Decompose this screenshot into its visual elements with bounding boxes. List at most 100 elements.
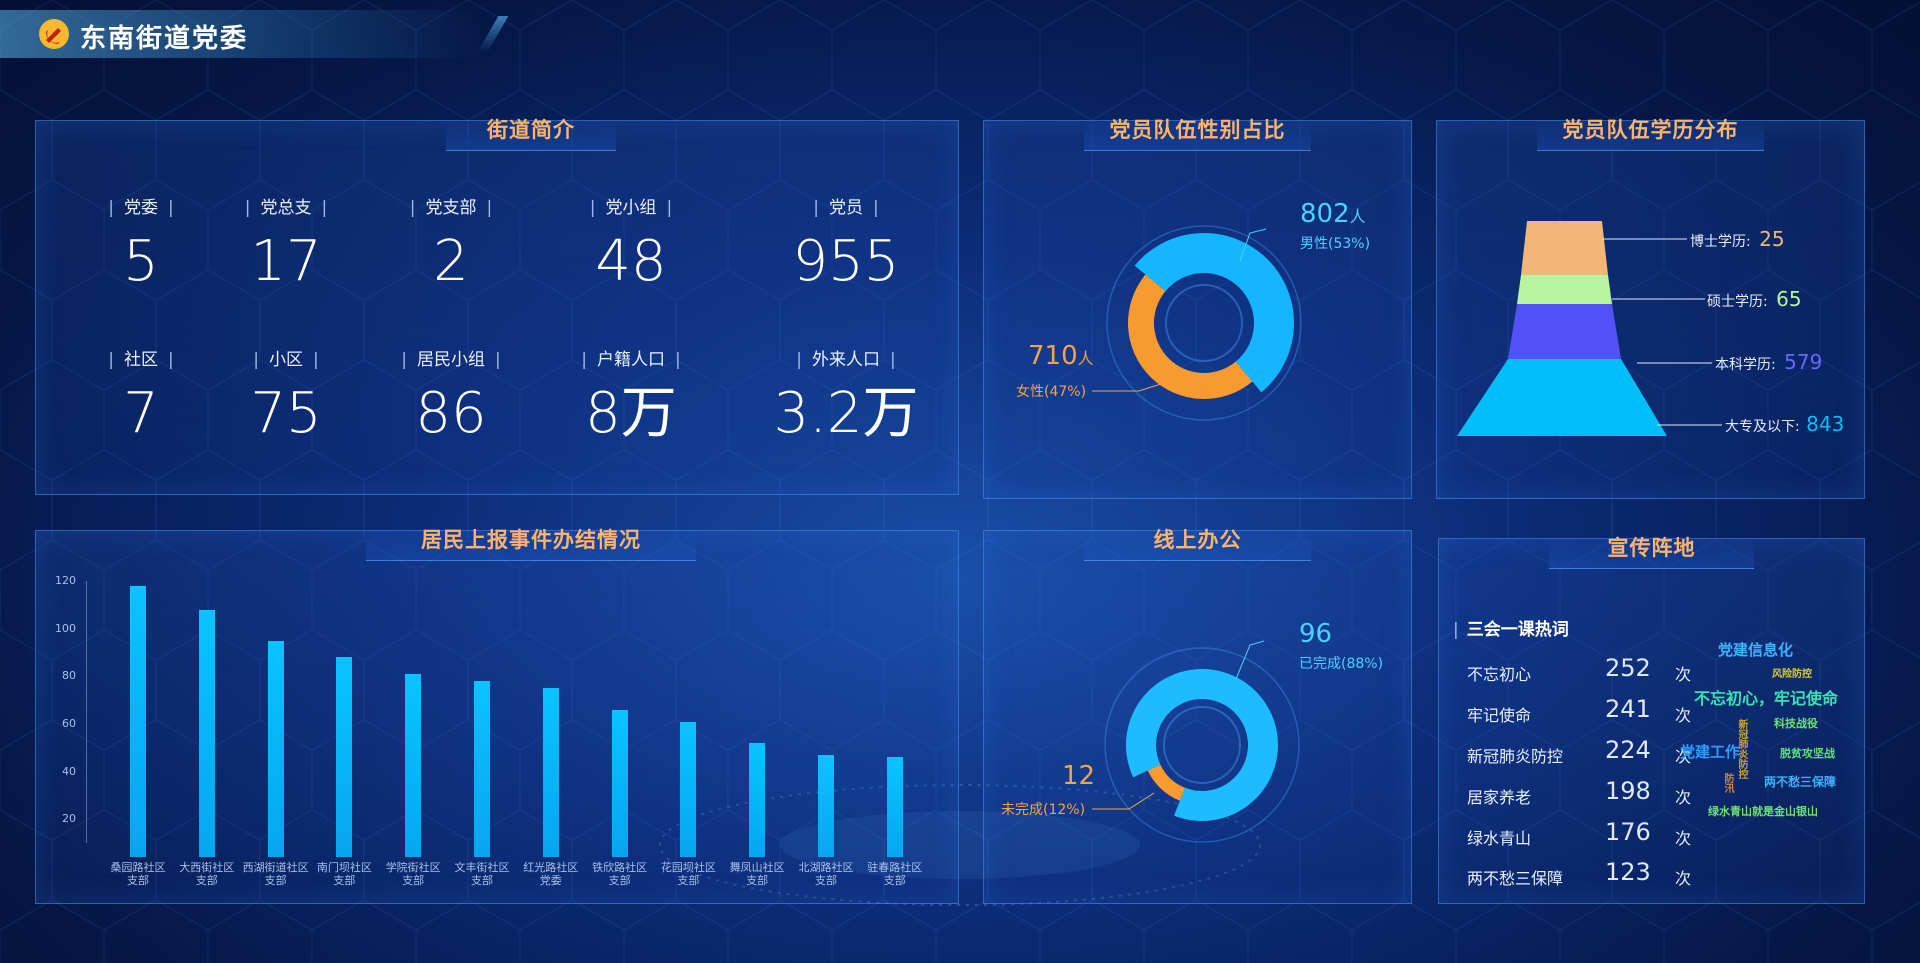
funnel-level-phd [1521, 221, 1608, 275]
stat-group: 党小组 48 [561, 193, 701, 292]
event-bar [749, 742, 766, 857]
stat-registered-pop: 户籍人口 8万 [561, 345, 701, 444]
stat-label: 党支部 [381, 193, 521, 218]
x-tick-label: 文丰街社区 支部 [454, 861, 510, 887]
intro-title: 街道简介 [487, 118, 575, 142]
gender-panel: 党员队伍性别占比 802人 男性(53%) 710人 女性(47%) [983, 118, 1412, 499]
funnel-level-bachelor [1508, 304, 1621, 359]
hotword-name: 居家养老 [1467, 788, 1532, 807]
stat-label: 小区 [216, 345, 356, 370]
stat-party-committee: 党委 5 [81, 193, 201, 292]
done-slice [1126, 669, 1278, 821]
hotword-row: 不忘初心 252 次 [1467, 651, 1697, 691]
x-tick-label: 北湖路社区 支部 [798, 861, 854, 887]
hotword-count: 224 [1605, 736, 1651, 764]
y-tick-label: 80 [62, 669, 76, 683]
x-tick-label: 驻春路社区 支部 [867, 861, 923, 887]
y-tick-label: 60 [62, 716, 76, 730]
edu-bachelor-label: 本科学历: 579 [1715, 350, 1822, 374]
cloud-word: 绿水青山就是金山银山 [1708, 805, 1818, 818]
x-tick-label: 西湖街道社区 支部 [242, 861, 309, 887]
gender-donut-chart [1092, 225, 1302, 421]
hotword-count: 252 [1605, 654, 1651, 682]
edu-phd-label: 博士学历: 25 [1690, 227, 1785, 251]
y-tick-label: 20 [62, 812, 76, 826]
stat-value: 86 [415, 381, 487, 446]
hotword-row: 居家养老 198 次 [1467, 774, 1697, 814]
female-slice [1128, 274, 1253, 400]
done-value: 96 [1299, 619, 1333, 649]
funnel-level-master [1517, 275, 1612, 304]
event-bar [474, 681, 490, 857]
event-bar [542, 688, 559, 857]
x-tick-label: 舞凤山社区 支部 [729, 861, 785, 887]
female-unit: 人 [1077, 349, 1094, 368]
cloud-word: 科技战役 [1774, 717, 1818, 730]
hotword-name: 不忘初心 [1467, 665, 1532, 684]
stat-label: 党委 [81, 193, 201, 218]
cloud-word: 党建信息化 [1718, 641, 1794, 659]
office-donut-chart [1092, 640, 1300, 843]
x-tick-label: 学院街社区 支部 [385, 861, 441, 887]
cloud-word: 脱贫攻坚战 [1780, 747, 1835, 760]
stat-general-branch: 党总支 17 [216, 193, 356, 292]
undone-value: 12 [1062, 761, 1096, 791]
y-tick-label: 120 [55, 574, 76, 587]
female-percent-label: 女性(47%) [1016, 384, 1087, 400]
cloud-word: 新冠肺炎防控 [1736, 719, 1747, 779]
stat-residential: 小区 75 [216, 345, 356, 444]
cloud-word: 风险防控 [1772, 669, 1812, 680]
stat-branch: 党支部 2 [381, 193, 521, 292]
cloud-word: 防汛 [1722, 773, 1733, 793]
cloud-word: 不忘初心，牢记使命 [1694, 689, 1839, 708]
edu-level-value: 843 [1806, 412, 1845, 436]
stat-label: 外来人口 [771, 345, 921, 370]
event-bar [818, 754, 834, 857]
stat-resident-groups: 居民小组 86 [381, 345, 521, 444]
stat-members: 党员 955 [771, 193, 921, 292]
event-bar [611, 709, 628, 857]
edu-level-name: 博士学历: [1690, 234, 1751, 250]
event-bar [198, 609, 215, 857]
hotword-name: 两不愁三保障 [1467, 869, 1564, 888]
hotword-name: 绿水青山 [1467, 829, 1532, 848]
header-bar: 东南街道党委 [0, 10, 509, 58]
edu-level-value: 25 [1759, 227, 1785, 251]
hotword-count: 241 [1605, 695, 1651, 723]
male-percent-label: 男性(53%) [1300, 236, 1371, 252]
publicity-panel: 宣传阵地 | 三会一课热词 不忘初心 252 次 牢记使命 241 次 新冠肺炎防… [1438, 536, 1865, 904]
stat-label: 社区 [81, 345, 201, 370]
female-value: 710 [1028, 341, 1078, 371]
stat-value: 3.2万 [773, 381, 919, 446]
education-panel: 党员队伍学历分布 博士学历: 25 硕士学历: 65 本科学历: 579 大专及… [1436, 118, 1865, 499]
stat-value: 75 [250, 381, 322, 446]
publicity-title: 宣传阵地 [1607, 536, 1696, 560]
x-tick-label: 铁欣路社区 支部 [592, 861, 648, 887]
hotword-name: 牢记使命 [1467, 706, 1532, 725]
publicity-title-tab: 宣传阵地 [1549, 536, 1754, 569]
edu-level-name: 硕士学历: [1707, 294, 1768, 310]
word-cloud: 党建信息化 风险防控 不忘初心，牢记使命 科技战役 党建工作 新冠肺炎防控 脱贫… [1680, 639, 1864, 889]
undone-label: 未完成(12%) [1001, 802, 1086, 818]
event-bar [886, 757, 903, 857]
x-tick-label: 大西街社区 支部 [179, 861, 235, 887]
hotword-row: 绿水青山 176 次 [1467, 815, 1697, 855]
hotword-count: 176 [1605, 818, 1651, 846]
intro-panel: 街道简介 党委 5 党总支 17 党支部 2 党小组 48 党员 955 社区 … [35, 118, 959, 495]
stat-label: 党小组 [561, 193, 701, 218]
male-unit: 人 [1349, 207, 1366, 226]
hotword-count: 198 [1605, 777, 1651, 805]
x-tick-label: 桑园路社区 支部 [110, 861, 166, 887]
male-value-label: 802人 [1300, 199, 1366, 229]
hotwords-subtitle-text: 三会一课热词 [1466, 620, 1569, 640]
hotword-name: 新冠肺炎防控 [1467, 747, 1564, 766]
stat-label: 户籍人口 [561, 345, 701, 370]
x-tick-label: 红光路社区 党委 [523, 861, 579, 887]
undone-slice [1147, 764, 1186, 801]
stat-label: 党员 [771, 193, 921, 218]
office-panel: 线上办公 96 已完成(88%) 12 未完成(12%) [983, 528, 1412, 904]
y-tick-label: 40 [62, 764, 76, 778]
event-bar [336, 657, 353, 857]
intro-title-tab: 街道简介 [446, 118, 616, 151]
cloud-word: 党建工作 [1680, 743, 1741, 761]
